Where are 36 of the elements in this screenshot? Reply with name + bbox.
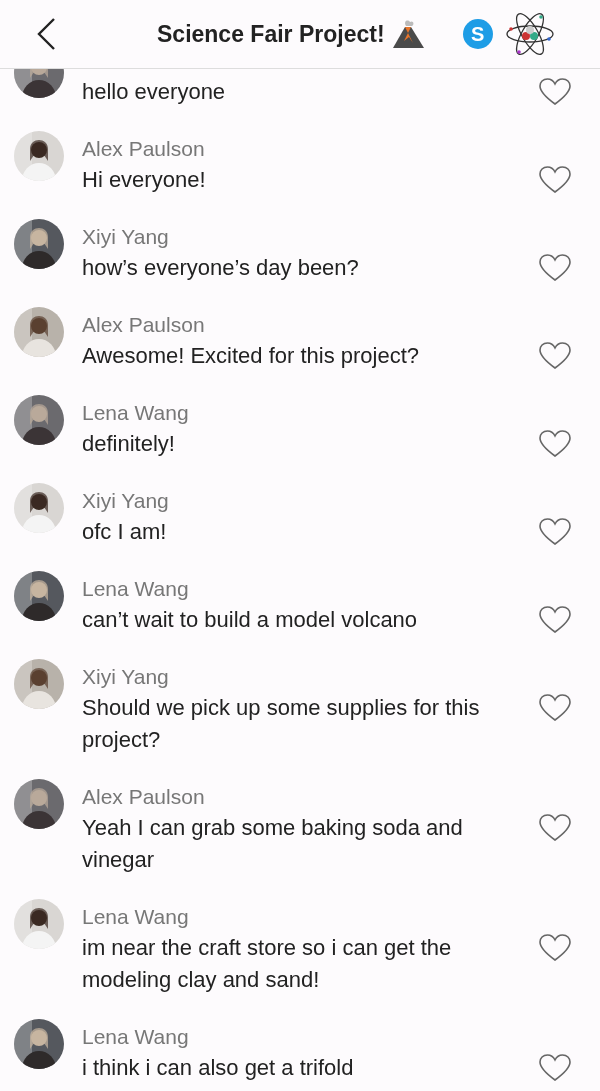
message-text: Yeah I can grab some baking soda and vinegar: [82, 814, 464, 874]
message-text: Hi everyone!: [82, 166, 207, 194]
skype-badge[interactable]: S: [462, 19, 493, 49]
message-text: im near the craft store so i can get the modeling clay and sand!: [82, 934, 453, 994]
heart-icon[interactable]: [539, 166, 571, 194]
heart-icon[interactable]: [539, 934, 571, 962]
message-text: i think i can also get a trifold: [82, 1054, 355, 1082]
chat-title: Science Fair Project!: [157, 20, 385, 48]
volcano-icon: [390, 19, 425, 49]
message-text: Awesome! Excited for this project?: [82, 342, 421, 370]
heart-icon[interactable]: [539, 814, 571, 842]
sender-name: Lena Wang: [82, 1024, 190, 1050]
sender-name: Lena Wang: [82, 576, 190, 602]
heart-icon[interactable]: [539, 254, 571, 282]
sender-name: Xiyi Yang: [82, 488, 170, 514]
heart-icon[interactable]: [539, 430, 571, 458]
heart-icon[interactable]: [539, 606, 571, 634]
heart-icon[interactable]: [539, 78, 571, 106]
message-text: Should we pick up some supplies for this project?: [82, 694, 481, 754]
sender-name: Alex Paulson: [82, 312, 206, 338]
heart-icon[interactable]: [539, 694, 571, 722]
heart-icon[interactable]: [539, 342, 571, 370]
heart-icon[interactable]: [539, 518, 571, 546]
sender-name: Alex Paulson: [82, 784, 206, 810]
sender-name: Lena Wang: [82, 400, 190, 426]
sender-name: Alex Paulson: [82, 136, 206, 162]
message-text: hello everyone: [82, 78, 227, 106]
message-text: can’t wait to build a model volcano: [82, 606, 419, 634]
message-text: ofc I am!: [82, 518, 168, 546]
message-text: how’s everyone’s day been?: [82, 254, 360, 282]
sender-name: Xiyi Yang: [82, 224, 170, 250]
message-text: definitely!: [82, 430, 176, 458]
sender-name: Xiyi Yang: [82, 664, 170, 690]
sender-name: Lena Wang: [82, 904, 190, 930]
back-icon[interactable]: [36, 17, 56, 51]
heart-icon[interactable]: [539, 1054, 571, 1082]
